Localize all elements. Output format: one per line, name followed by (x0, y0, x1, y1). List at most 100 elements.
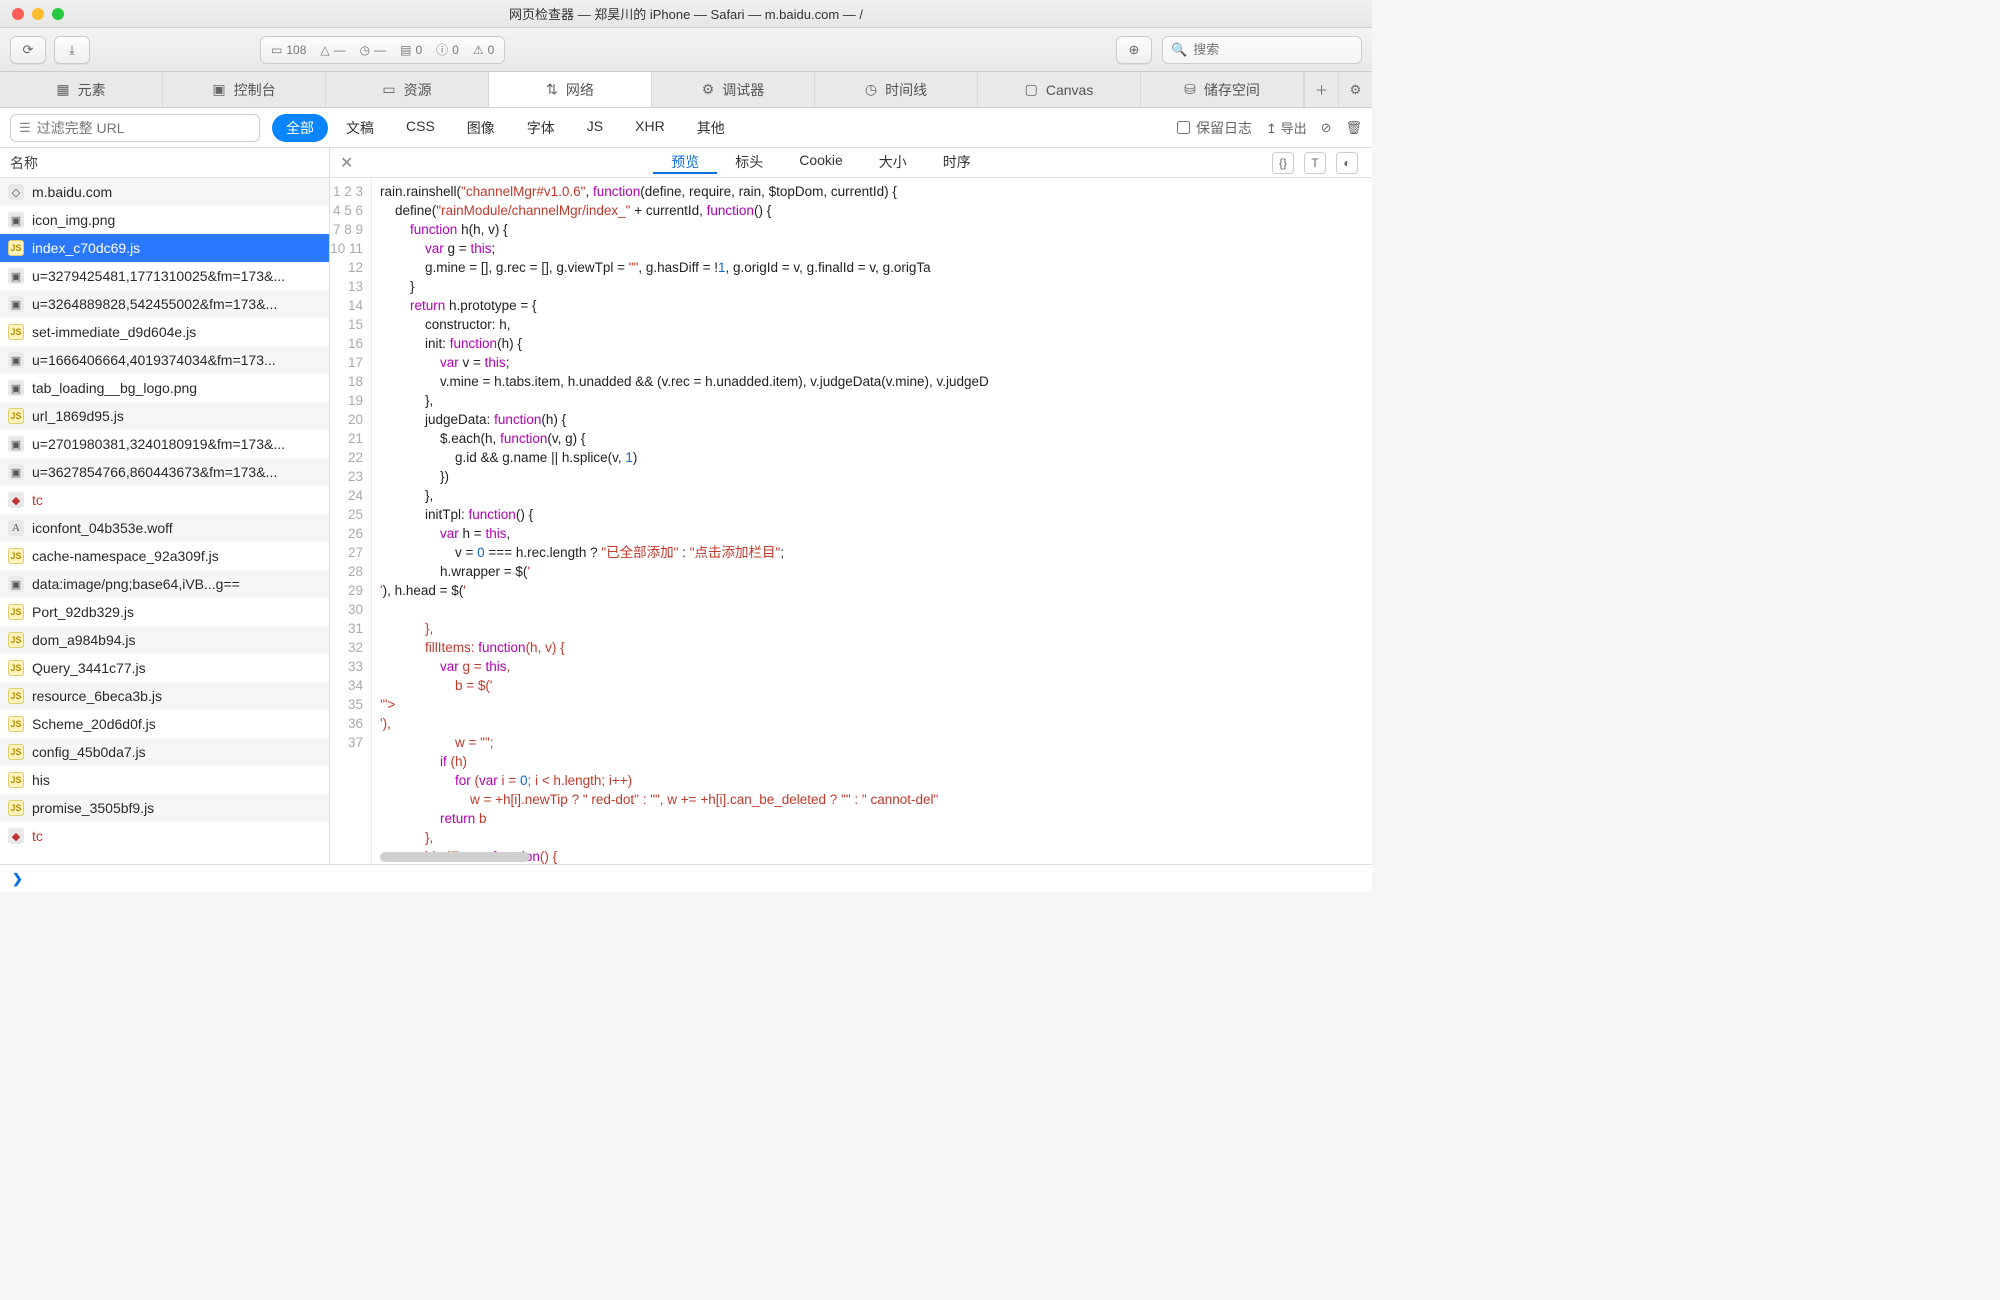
resource-row[interactable]: JSindex_c70dc69.js (0, 234, 329, 262)
minimize-window-button[interactable] (32, 8, 44, 20)
toolbar: ⟳ ⤓ ▭108 △— ◷— ▤0 ⓘ0 ⚠0 ⊕ 🔍 (0, 28, 1372, 72)
clear-icon[interactable]: ⊘ (1321, 120, 1332, 136)
content-tabs: ✕ 预览标头Cookie大小时序 {} T ◐ (330, 148, 1372, 178)
filter-字体[interactable]: 字体 (513, 114, 569, 142)
resource-row[interactable]: ◆tc (0, 822, 329, 850)
tab-Canvas[interactable]: ▢Canvas (978, 72, 1141, 107)
content-tab-大小[interactable]: 大小 (861, 152, 925, 172)
js-file-icon: JS (8, 800, 24, 816)
js-file-icon: JS (8, 744, 24, 760)
resource-row[interactable]: ◇ m.baidu.com (0, 178, 329, 206)
tab-icon: ⛁ (1184, 81, 1196, 98)
resource-name: data:image/png;base64,iVB...g== (32, 576, 240, 592)
content-tab-标头[interactable]: 标头 (717, 152, 781, 172)
img-file-icon: ▣ (8, 296, 24, 312)
content-tab-Cookie[interactable]: Cookie (781, 152, 861, 168)
window-title: 网页检查器 — 郑昊川的 iPhone — Safari — m.baidu.c… (0, 4, 1372, 23)
resource-row[interactable]: JSpromise_3505bf9.js (0, 794, 329, 822)
filter-图像[interactable]: 图像 (453, 114, 509, 142)
resource-name: u=3264889828,542455002&fm=173&... (32, 296, 277, 312)
tab-元素[interactable]: ▦元素 (0, 72, 163, 107)
content-tab-预览[interactable]: 预览 (653, 152, 717, 174)
tab-网络[interactable]: ⇅网络 (489, 72, 652, 107)
type-button[interactable]: T (1304, 152, 1326, 174)
resource-row[interactable]: ▣ u=3264889828,542455002&fm=173&... (0, 290, 329, 318)
code-area[interactable]: rain.rainshell("channelMgr#v1.0.6", func… (372, 178, 1372, 864)
resource-row[interactable]: JSScheme_20d6d0f.js (0, 710, 329, 738)
download-icon: ⤓ (69, 42, 75, 58)
tab-控制台[interactable]: ▣控制台 (163, 72, 326, 107)
resource-row[interactable]: Aiconfont_04b353e.woff (0, 514, 329, 542)
resource-row[interactable]: JScache-namespace_92a309f.js (0, 542, 329, 570)
resource-row[interactable]: JSPort_92db329.js (0, 598, 329, 626)
content-tab-时序[interactable]: 时序 (925, 152, 989, 172)
resource-row[interactable]: ▣u=2701980381,3240180919&fm=173&... (0, 430, 329, 458)
resource-row[interactable]: ▣data:image/png;base64,iVB...g== (0, 570, 329, 598)
tab-调试器[interactable]: ⚙调试器 (652, 72, 815, 107)
pretty-print-button[interactable]: {} (1272, 152, 1294, 174)
filter-icon: ☰ (19, 120, 31, 136)
download-button[interactable]: ⤓ (54, 36, 90, 64)
resource-row[interactable]: JSurl_1869d95.js (0, 402, 329, 430)
url-filter[interactable]: ☰ (10, 114, 260, 142)
window-controls (12, 8, 64, 20)
inspect-button[interactable]: ⊕ (1116, 36, 1152, 64)
code-editor[interactable]: 1 2 3 4 5 6 7 8 9 10 11 12 13 14 15 16 1… (330, 178, 1372, 864)
sidebar: 名称 ◇m.baidu.com▣icon_img.pngJSindex_c70d… (0, 148, 330, 864)
bell-icon: △ (320, 43, 329, 57)
console-footer[interactable]: ❯ (0, 864, 1372, 892)
wrap-button[interactable]: ◐ (1336, 152, 1358, 174)
filter-文稿[interactable]: 文稿 (332, 114, 388, 142)
js-file-icon: JS (8, 324, 24, 340)
settings-icon[interactable]: ⚙ (1338, 72, 1372, 107)
search-input[interactable] (1193, 42, 1333, 57)
reload-icon: ⟳ (23, 42, 34, 58)
close-icon[interactable]: ✕ (340, 153, 370, 173)
search-field[interactable]: 🔍 (1162, 36, 1362, 64)
sidebar-header[interactable]: 名称 (0, 148, 329, 178)
img-file-icon: ▣ (8, 352, 24, 368)
resource-row[interactable]: ▣tab_loading__bg_logo.png (0, 374, 329, 402)
resource-name: set-immediate_d9d604e.js (32, 324, 196, 340)
reload-button[interactable]: ⟳ (10, 36, 46, 64)
tab-时间线[interactable]: ◷时间线 (815, 72, 978, 107)
js-file-icon: JS (8, 548, 24, 564)
resource-row[interactable]: ▣u=3279425481,1771310025&fm=173&... (0, 262, 329, 290)
export-icon: ↥ (1266, 121, 1277, 136)
resource-row[interactable]: JS set-immediate_d9d604e.js (0, 318, 329, 346)
resource-name: u=2701980381,3240180919&fm=173&... (32, 436, 285, 452)
export-button[interactable]: ↥ 导出 (1266, 118, 1307, 137)
preserve-log-checkbox[interactable]: 保留日志 (1177, 118, 1252, 138)
resource-count: ▭108 (271, 43, 306, 57)
horizontal-scrollbar[interactable] (380, 852, 530, 862)
url-filter-input[interactable] (37, 120, 251, 136)
resource-row[interactable]: JSresource_6beca3b.js (0, 682, 329, 710)
resource-row[interactable]: ▣icon_img.png (0, 206, 329, 234)
log-icon: ▤ (400, 43, 411, 57)
filter-XHR[interactable]: XHR (621, 114, 679, 142)
new-tab-button[interactable]: ＋ (1304, 72, 1338, 107)
status-pill: ▭108 △— ◷— ▤0 ⓘ0 ⚠0 (260, 36, 505, 64)
resource-row[interactable]: ◆tc (0, 486, 329, 514)
resource-row[interactable]: ▣u=1666406664,4019374034&fm=173... (0, 346, 329, 374)
tab-储存空间[interactable]: ⛁储存空间 (1141, 72, 1304, 107)
js-file-icon: JS (8, 408, 24, 424)
filter-CSS[interactable]: CSS (392, 114, 449, 142)
resource-name: m.baidu.com (32, 184, 112, 200)
resource-row[interactable]: ▣u=3627854766,860443673&fm=173&... (0, 458, 329, 486)
close-window-button[interactable] (12, 8, 24, 20)
js-file-icon: JS (8, 716, 24, 732)
resource-row[interactable]: JSQuery_3441c77.js (0, 654, 329, 682)
tab-资源[interactable]: ▭资源 (326, 72, 489, 107)
resource-row[interactable]: JSconfig_45b0da7.js (0, 738, 329, 766)
resource-row[interactable]: JShis (0, 766, 329, 794)
trash-icon[interactable]: 🗑 (1345, 120, 1362, 136)
resource-name: index_c70dc69.js (32, 240, 140, 256)
resource-row[interactable]: JSdom_a984b94.js (0, 626, 329, 654)
filter-其他[interactable]: 其他 (683, 114, 739, 142)
filter-全部[interactable]: 全部 (272, 114, 328, 142)
filter-JS[interactable]: JS (573, 114, 617, 142)
zoom-window-button[interactable] (52, 8, 64, 20)
other-file-icon: ◆ (8, 828, 24, 844)
html-file-icon: ◇ (8, 184, 24, 200)
